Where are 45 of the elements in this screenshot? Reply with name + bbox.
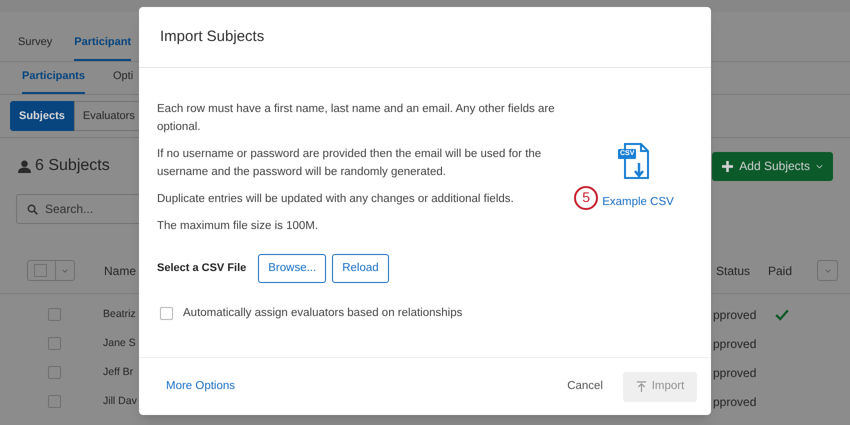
select-all-dropdown[interactable] <box>27 260 75 281</box>
step-badge: 5 <box>574 186 598 210</box>
checkbox[interactable] <box>48 337 61 350</box>
upload-icon <box>636 381 647 392</box>
checkbox[interactable] <box>48 366 61 379</box>
segment-button[interactable]: Subjects <box>10 101 74 131</box>
subjects-count: 6 Subjects <box>35 156 110 176</box>
file-button[interactable]: Reload <box>332 254 389 283</box>
table-cell-text: Beatriz <box>103 306 136 322</box>
person-icon <box>18 160 31 172</box>
instruction-text: The maximum file size is 100M. <box>157 219 320 234</box>
column-header: Status <box>716 264 750 278</box>
checkbox[interactable] <box>48 395 61 408</box>
table-cell-text: pproved <box>713 394 756 410</box>
columns-dropdown[interactable] <box>817 260 838 281</box>
table-cell-text: pproved <box>713 306 756 324</box>
plus-icon <box>722 160 734 172</box>
column-header: Paid <box>768 264 792 278</box>
checkbox[interactable] <box>48 308 61 321</box>
instruction-text: If no username or password are provided then the email will be used for the username and the password will be randomly generated. <box>157 147 542 180</box>
file-button[interactable]: Browse... <box>258 254 326 283</box>
instruction-text: Duplicate entries will be updated with any changes or additional fields. <box>157 192 515 207</box>
tab[interactable]: Survey <box>18 34 52 61</box>
table-cell-text: pproved <box>713 364 756 382</box>
table-cell-text: pproved <box>713 336 756 352</box>
add-subjects-button[interactable]: Add Subjects <box>712 152 833 180</box>
example-csv-link[interactable]: Example CSV <box>602 194 674 212</box>
instruction-text: Each row must have a first name, last name and an email. Any other fields are optional. <box>157 102 556 135</box>
tab[interactable]: Opti <box>112 68 134 94</box>
table-cell-text: Jill Dav <box>103 394 137 409</box>
column-header: Name <box>104 262 136 280</box>
more-options-link[interactable]: More Options <box>166 378 236 396</box>
checkbox-label: Automatically assign evaluators based on relationships <box>183 306 462 321</box>
search-icon <box>27 204 38 215</box>
checkbox[interactable] <box>160 307 173 320</box>
caret-icon <box>62 268 68 274</box>
tab[interactable]: Participants <box>22 68 85 94</box>
caret-icon <box>824 268 830 274</box>
cancel-button[interactable]: Cancel <box>561 370 609 404</box>
caret-icon <box>816 162 823 170</box>
file-label: Select a CSV File <box>157 261 246 276</box>
table-cell-text: Jane S <box>103 336 136 351</box>
tab[interactable]: Participant <box>74 34 132 61</box>
table-cell-text: Jeff Br <box>103 364 134 380</box>
dialog-title: Import Subjects <box>160 26 264 47</box>
